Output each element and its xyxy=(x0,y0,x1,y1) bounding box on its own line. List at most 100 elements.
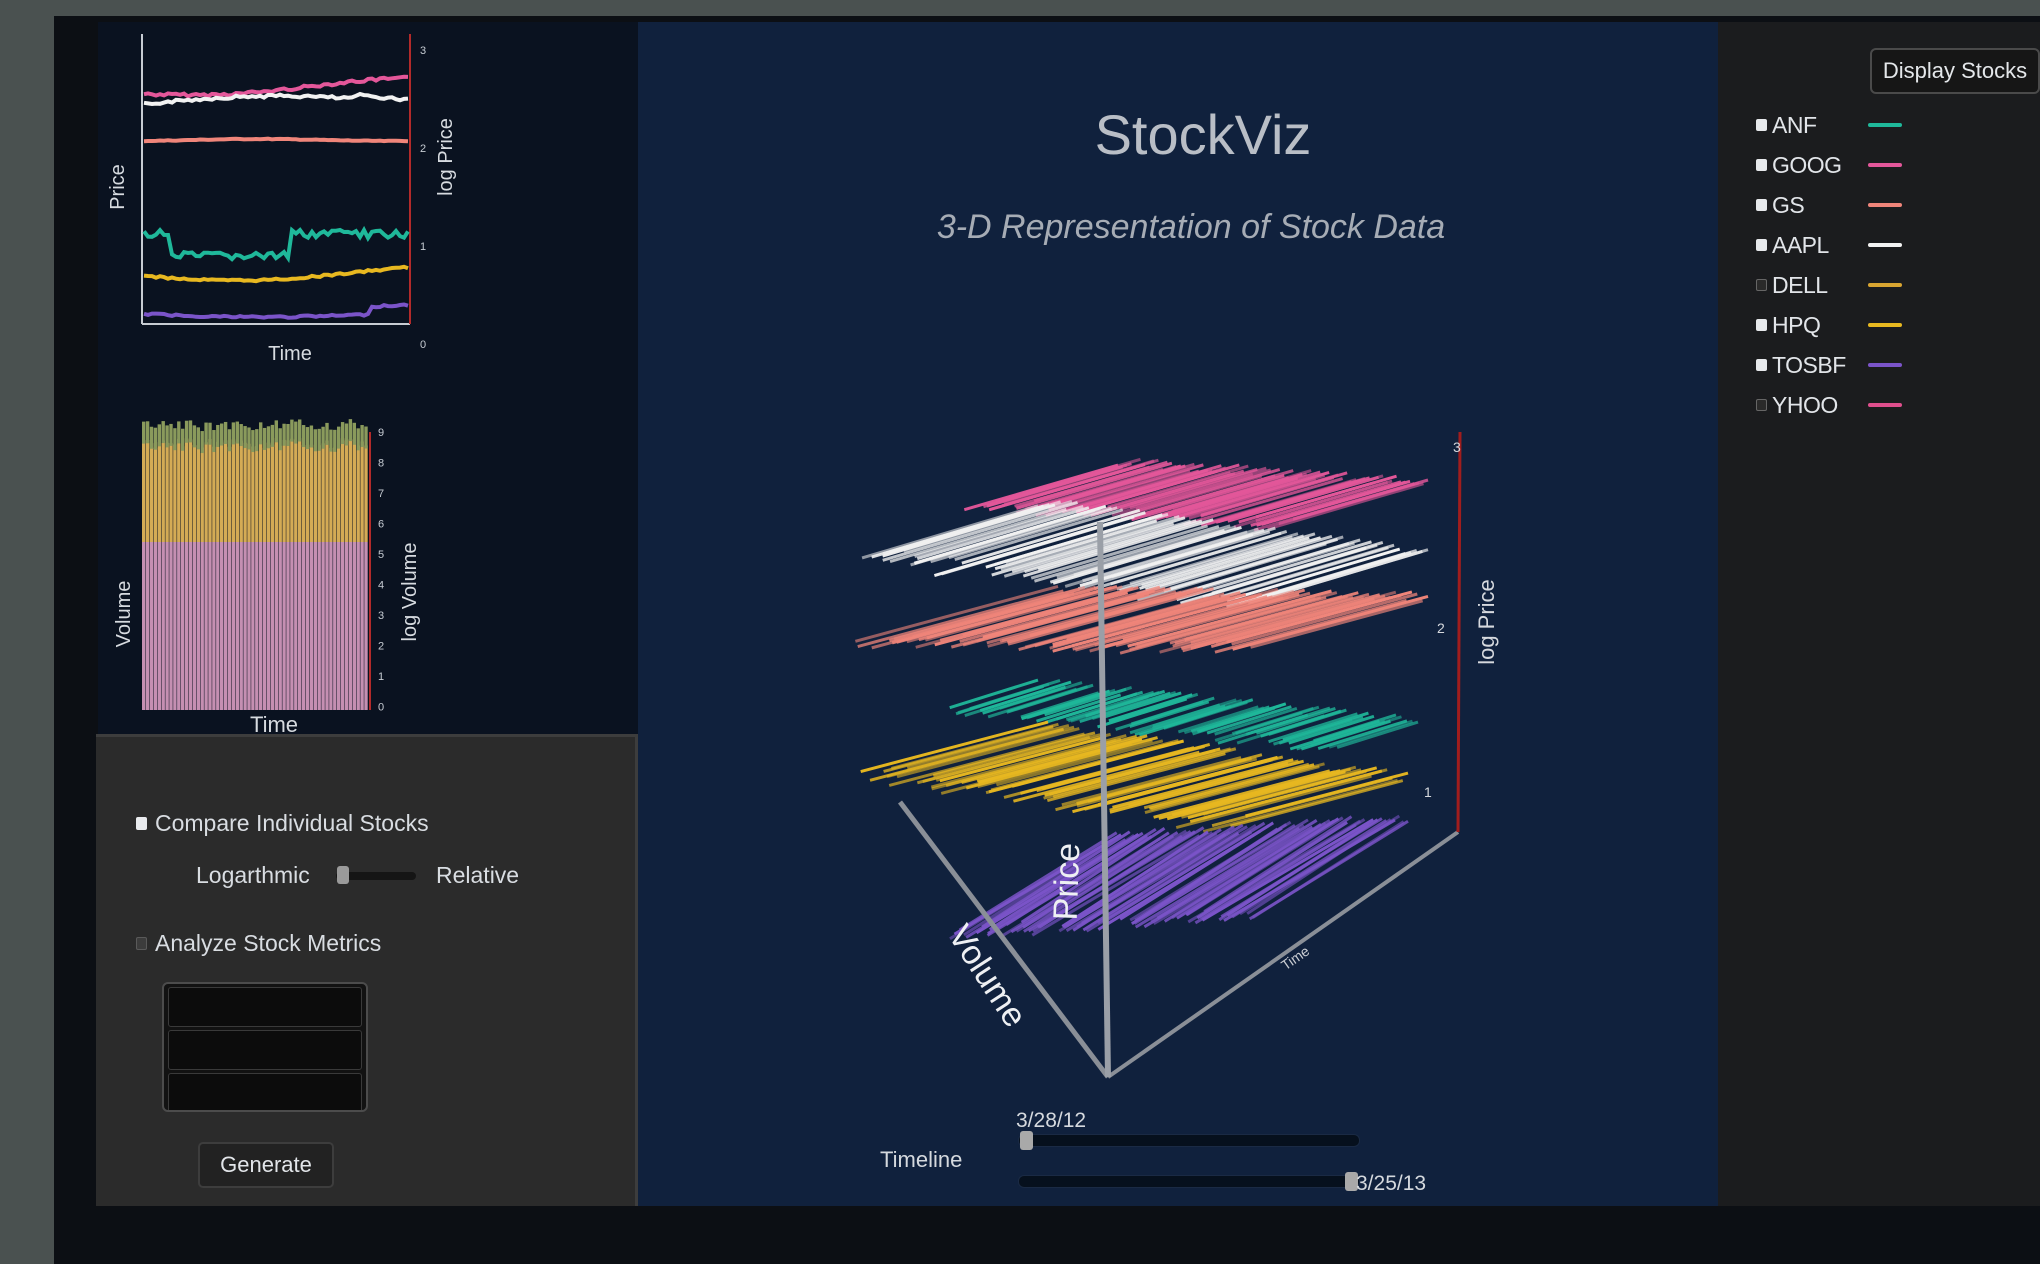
timeline-end-date: 3/25/13 xyxy=(1356,1172,1427,1195)
volume-bar xyxy=(142,421,146,444)
volume-bar xyxy=(325,440,329,542)
volume-bar xyxy=(259,422,263,445)
axis-label-price: Price xyxy=(1047,842,1088,921)
price-right-tick: 0 xyxy=(420,339,426,351)
legend-item-tosbf[interactable]: TOSBF xyxy=(1756,350,1902,380)
legend-item-goog[interactable]: GOOG xyxy=(1756,150,1902,180)
volume-bar xyxy=(348,439,353,542)
volume-bar xyxy=(153,542,158,710)
volume-bar xyxy=(173,444,177,542)
metric-field[interactable] xyxy=(168,987,362,1027)
volume-bar xyxy=(216,441,220,542)
price-chart: Price log Price Time 3 2 1 0 xyxy=(107,34,457,365)
volume-bar xyxy=(274,438,278,542)
generate-button[interactable]: Generate xyxy=(198,1142,334,1188)
volume-bar xyxy=(337,446,341,542)
volume-bar xyxy=(364,445,368,542)
scale-slider-thumb[interactable] xyxy=(337,866,349,884)
3d-stock-chart[interactable]: 3 2 1 log Price Price Volume Time xyxy=(638,22,1718,1206)
volume-bar xyxy=(243,442,247,542)
stock-color-swatch xyxy=(1868,363,1902,367)
volume-bar xyxy=(208,542,212,710)
volume-bar xyxy=(149,443,154,542)
stock-name: HPQ xyxy=(1772,311,1821,338)
compare-stocks-option[interactable]: Compare Individual Stocks xyxy=(136,810,429,837)
volume-bar xyxy=(181,446,185,542)
volume-right-tick: 6 xyxy=(378,519,384,531)
volume-bar xyxy=(301,444,306,542)
volume-bar xyxy=(282,423,286,446)
volume-bar xyxy=(208,439,212,542)
volume-bar xyxy=(333,542,337,710)
volume-bar xyxy=(340,542,345,710)
volume-right-tick: 1 xyxy=(378,671,384,683)
legend-item-hpq[interactable]: HPQ xyxy=(1756,310,1902,340)
volume-bar xyxy=(212,446,216,542)
metric-field[interactable] xyxy=(168,1030,362,1070)
volume-bar xyxy=(348,419,353,442)
volume-bar xyxy=(259,542,263,710)
volume-bar xyxy=(208,422,212,445)
volume-bar xyxy=(177,438,181,542)
timeline-start-track[interactable] xyxy=(1018,1134,1360,1147)
stock-checkbox[interactable] xyxy=(1756,319,1767,331)
timeline-start-thumb[interactable] xyxy=(1020,1131,1033,1150)
legend-item-gs[interactable]: GS xyxy=(1756,190,1902,220)
volume-bar xyxy=(360,441,364,542)
volume-bar xyxy=(266,426,271,449)
analyze-metrics-option[interactable]: Analyze Stock Metrics xyxy=(136,930,381,957)
volume-bar xyxy=(184,438,189,542)
volume-bar xyxy=(298,438,302,542)
volume-bar xyxy=(301,542,306,710)
volume-bar xyxy=(309,444,314,542)
stock-name: TOSBF xyxy=(1772,351,1846,378)
legend-item-dell[interactable]: DELL xyxy=(1756,270,1902,300)
stock-checkbox[interactable] xyxy=(1756,159,1767,171)
legend-item-anf[interactable]: ANF xyxy=(1756,110,1902,140)
timeline-label: Timeline xyxy=(880,1147,963,1172)
volume-bar xyxy=(173,428,177,451)
volume-bar xyxy=(192,425,197,448)
volume-right-tick: 8 xyxy=(378,458,384,470)
volume-right-tick: 2 xyxy=(378,641,384,653)
stock-checkbox[interactable] xyxy=(1756,399,1767,411)
display-stocks-button[interactable]: Display Stocks xyxy=(1870,48,2040,94)
volume-bar xyxy=(298,542,302,710)
volume-bar xyxy=(251,430,255,453)
volume-bar xyxy=(278,428,282,451)
volume-bar xyxy=(157,424,161,447)
volume-bar xyxy=(227,446,232,542)
volume-bar xyxy=(231,439,236,542)
volume-bar xyxy=(216,424,220,447)
volume-bar xyxy=(247,542,251,710)
volume-bar xyxy=(220,542,224,710)
timeline-end-track[interactable] xyxy=(1018,1175,1360,1188)
stock-color-swatch xyxy=(1868,123,1902,127)
legend-item-aapl[interactable]: AAPL xyxy=(1756,230,1902,260)
volume-bar xyxy=(259,440,263,542)
stock-color-swatch xyxy=(1868,323,1902,327)
volume-right-tick: 0 xyxy=(378,702,384,714)
stock-checkbox[interactable] xyxy=(1756,239,1767,251)
legend-item-yhoo[interactable]: YHOO xyxy=(1756,390,1902,420)
price-ylabel: Price xyxy=(107,164,129,210)
volume-bar xyxy=(216,542,220,710)
volume-bar xyxy=(204,442,208,542)
volume-bar xyxy=(266,542,271,710)
compare-radio[interactable] xyxy=(136,817,147,830)
scale-toggle: Logarthmic Relative xyxy=(196,858,536,892)
stock-checkbox[interactable] xyxy=(1756,199,1767,211)
volume-bar xyxy=(188,542,193,710)
stock-checkbox[interactable] xyxy=(1756,279,1767,291)
volume-bar xyxy=(153,447,158,542)
volume-bar xyxy=(231,542,236,710)
analyze-radio[interactable] xyxy=(136,937,147,950)
volume-bar xyxy=(274,420,278,443)
volume-bar xyxy=(188,439,193,542)
stock-checkbox[interactable] xyxy=(1756,359,1767,371)
volume-right-tick: 7 xyxy=(378,488,384,500)
price-line-tosbf xyxy=(143,302,409,320)
volume-right-tick: 4 xyxy=(378,580,384,592)
stock-checkbox[interactable] xyxy=(1756,119,1767,131)
metric-field[interactable] xyxy=(168,1073,362,1110)
